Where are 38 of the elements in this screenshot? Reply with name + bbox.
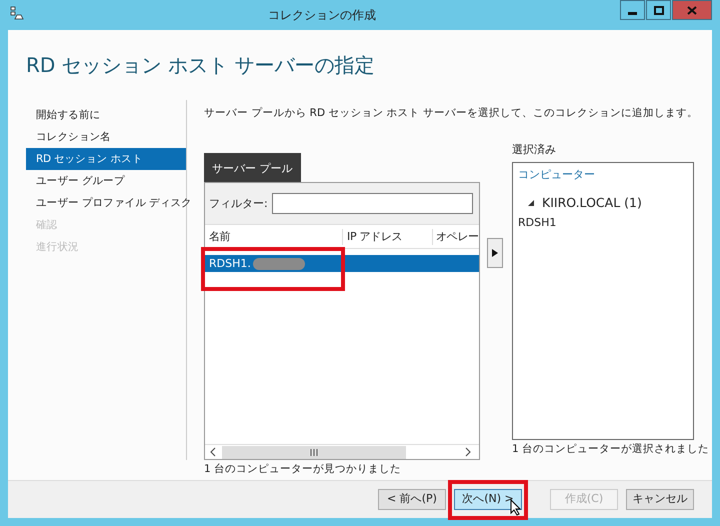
close-button[interactable] <box>672 0 712 20</box>
column-header[interactable]: オペレー <box>433 228 479 245</box>
cancel-button[interactable]: キャンセル <box>626 489 694 510</box>
next-button[interactable]: 次へ(N) > <box>454 489 522 510</box>
filter-field[interactable] <box>272 193 473 214</box>
scroll-right-icon[interactable] <box>463 447 473 458</box>
wizard-step[interactable]: RD セッション ホスト <box>26 148 186 170</box>
expand-icon[interactable] <box>528 200 534 206</box>
server-name: RDSH1. <box>209 256 251 272</box>
page-heading: RD セッション ホスト サーバーの指定 <box>25 52 376 79</box>
group-label[interactable]: KIIRO.LOCAL (1) <box>542 194 642 212</box>
right-arrow-icon <box>492 248 498 257</box>
column-header[interactable]: 名前 <box>205 228 343 245</box>
wizard-step[interactable]: コレクション名 <box>26 126 186 148</box>
window-title: コレクションの作成 <box>267 7 377 24</box>
wizard-step[interactable]: 開始する前に <box>26 104 186 126</box>
back-button[interactable]: < 前へ(P) <box>378 489 446 510</box>
app-icon <box>10 6 24 20</box>
wizard-step[interactable]: ユーザー グループ <box>26 170 186 192</box>
maximize-button[interactable] <box>646 0 671 20</box>
server-row[interactable]: RDSH1. <box>205 255 479 272</box>
scroll-thumb[interactable] <box>222 446 406 459</box>
column-header[interactable]: コンピューター <box>518 167 688 184</box>
close-icon <box>687 6 697 14</box>
minimize-button[interactable] <box>620 0 645 20</box>
computer-item[interactable]: RDSH1 <box>518 214 688 231</box>
redaction-blur <box>252 258 305 270</box>
filter-label: フィルター: <box>209 196 268 212</box>
add-button[interactable] <box>487 238 503 268</box>
scroll-left-icon[interactable] <box>208 447 218 458</box>
minimize-icon <box>628 12 637 14</box>
selected-label: 選択済み <box>512 142 557 158</box>
maximize-icon <box>654 6 664 14</box>
server-pool-tab[interactable]: サーバー プール <box>204 152 300 182</box>
description-text: サーバー プールから RD セッション ホスト サーバーを選択して、このコレクションに追加します。 <box>204 106 700 121</box>
status-text: 1 台のコンピューターが選択されました <box>512 442 710 458</box>
column-header[interactable]: IP アドレス <box>343 228 433 245</box>
status-text: 1 台のコンピューターが見つかりました <box>204 462 402 478</box>
